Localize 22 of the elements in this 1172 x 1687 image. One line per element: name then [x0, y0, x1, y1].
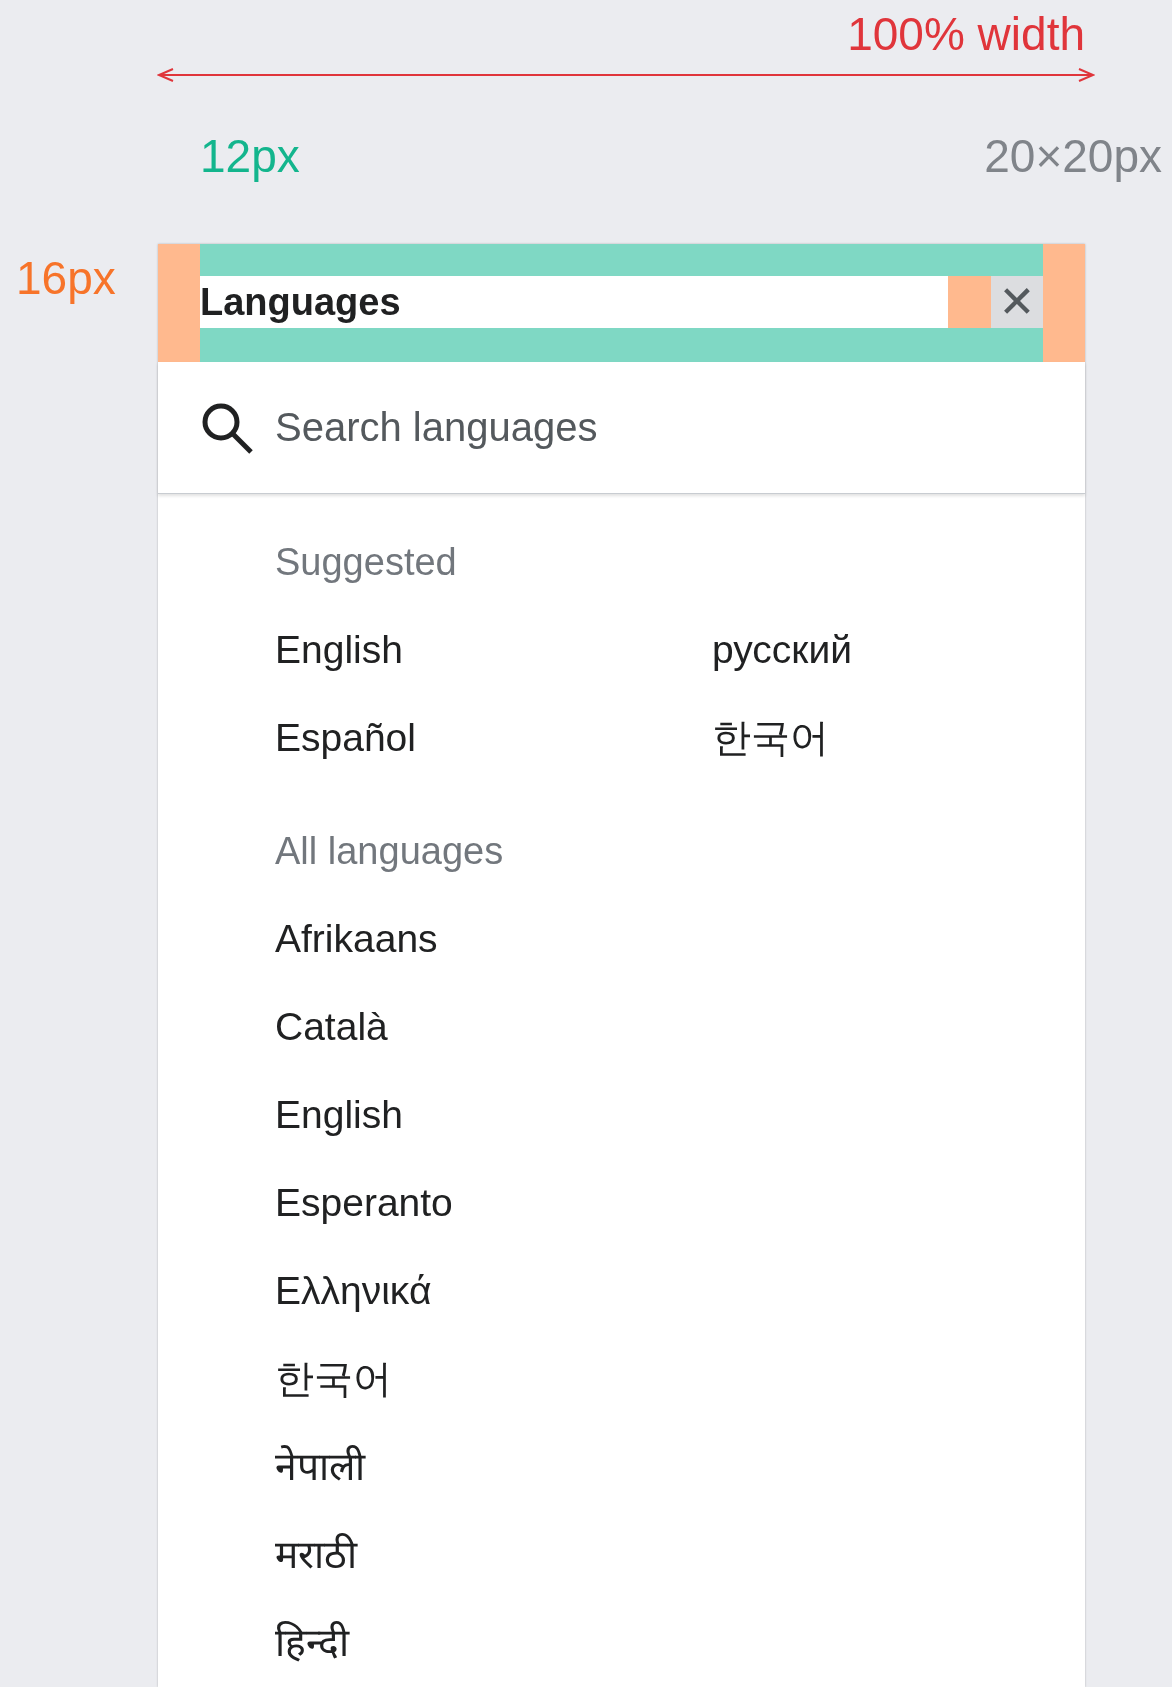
language-item[interactable]: Ελληνικά: [275, 1247, 432, 1335]
language-item[interactable]: 한국어: [712, 694, 829, 782]
language-item[interactable]: 한국어: [275, 1335, 392, 1423]
language-item[interactable]: English: [275, 606, 403, 694]
padding-annotation: 16px: [16, 252, 116, 304]
language-item[interactable]: English: [275, 1071, 403, 1159]
language-item[interactable]: Esperanto: [275, 1159, 453, 1247]
language-item[interactable]: हिन्दी: [275, 1599, 349, 1687]
language-item[interactable]: नेपाली: [275, 1423, 365, 1511]
icon-size-annotation: 20×20px: [984, 130, 1162, 182]
width-annotation: 100% width: [847, 8, 1085, 60]
gap-highlight: [948, 276, 991, 328]
section-heading: All languages: [275, 829, 505, 874]
language-item[interactable]: Afrikaans: [275, 895, 438, 983]
close-button[interactable]: ✕: [991, 276, 1043, 328]
language-item[interactable]: русский: [712, 606, 852, 694]
language-item[interactable]: Català: [275, 983, 388, 1071]
language-item[interactable]: मराठी: [275, 1511, 357, 1599]
section-heading: Suggested: [275, 540, 458, 585]
panel-title: Languages: [200, 280, 402, 324]
padding-annotation: 12px: [200, 130, 300, 182]
language-item[interactable]: Español: [275, 694, 416, 782]
